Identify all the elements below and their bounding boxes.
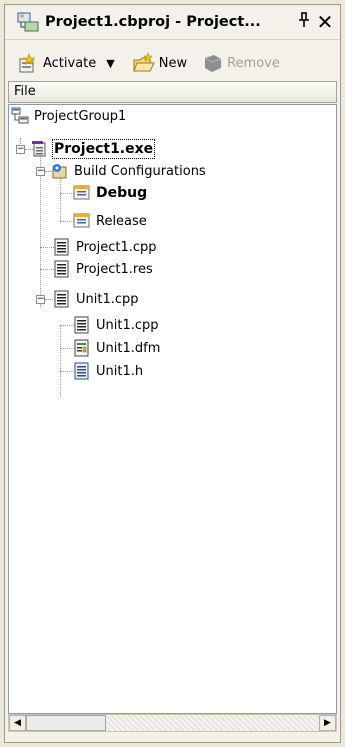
- remove-icon: [201, 52, 223, 74]
- tree-line: [60, 193, 74, 195]
- tree-node-label: Unit1.cpp: [76, 291, 139, 307]
- tree-line: [60, 325, 62, 397]
- cpp-file-icon: [53, 290, 71, 308]
- new-button[interactable]: New: [133, 52, 187, 74]
- tree-line: [60, 348, 74, 350]
- titlebar-divider: [5, 39, 340, 40]
- activate-dropdown-icon[interactable]: ▼: [106, 57, 114, 70]
- tree-node-label: Debug: [96, 185, 148, 201]
- collapse-project-toggle[interactable]: −: [16, 145, 25, 154]
- scroll-left-icon[interactable]: ◀: [9, 715, 26, 731]
- tree-node-project-cpp[interactable]: Project1.cpp: [53, 236, 157, 258]
- panel-titlebar[interactable]: Project1.cbproj - Project... ✕: [5, 5, 340, 39]
- pin-icon[interactable]: [296, 12, 312, 32]
- panel-toolbar: Activate ▼ New Remove: [11, 43, 334, 83]
- tree-node-project-group[interactable]: ProjectGroup1: [11, 105, 126, 127]
- config-icon: [73, 184, 91, 202]
- tree-node-unit-cpp-parent[interactable]: Unit1.cpp: [53, 288, 139, 310]
- tree-node-project[interactable]: Project1.exe: [31, 138, 156, 160]
- tree-node-label: Release: [96, 213, 147, 229]
- tree-node-release[interactable]: Release: [73, 210, 147, 232]
- cpp-file-icon: [53, 260, 71, 278]
- tree-node-label: ProjectGroup1: [34, 108, 127, 124]
- collapse-build-config-toggle[interactable]: −: [36, 167, 45, 176]
- file-column-header[interactable]: File: [8, 81, 337, 103]
- tree-line: [40, 269, 54, 271]
- activate-icon: [17, 52, 39, 74]
- horizontal-scrollbar[interactable]: ◀ ▶: [8, 714, 337, 732]
- tree-line: [60, 325, 74, 327]
- tree-node-label: Project1.exe: [51, 139, 156, 159]
- activate-label: Activate: [43, 55, 97, 71]
- tree-line: [40, 247, 54, 249]
- scrollbar-track[interactable]: [106, 715, 319, 731]
- tree-node-label: Unit1.h: [96, 363, 144, 379]
- tree-node-unit-h[interactable]: Unit1.h: [73, 360, 143, 382]
- close-icon[interactable]: ✕: [316, 12, 334, 32]
- tree-node-label: Unit1.cpp: [96, 317, 159, 333]
- tree-node-label: Build Configurations: [74, 163, 206, 179]
- tree-node-label: Project1.cpp: [76, 239, 157, 255]
- scrollbar-thumb[interactable]: [26, 715, 106, 731]
- project-tree[interactable]: − − − ProjectGroup1 Project1.exe Build C…: [8, 104, 337, 714]
- tree-node-unit-dfm[interactable]: Unit1.dfm: [73, 337, 160, 359]
- collapse-unit-toggle[interactable]: −: [36, 295, 45, 304]
- tree-node-debug[interactable]: Debug: [73, 182, 147, 204]
- project-manager-icon: [17, 11, 39, 33]
- form-file-icon: [73, 339, 91, 357]
- tree-node-build-configurations[interactable]: Build Configurations: [51, 160, 206, 182]
- new-label: New: [158, 55, 188, 71]
- remove-button[interactable]: Remove: [201, 52, 280, 74]
- cpp-file-icon: [73, 316, 91, 334]
- new-folder-icon: [133, 52, 155, 74]
- panel-title: Project1.cbproj - Project...: [45, 14, 261, 30]
- scroll-right-icon[interactable]: ▶: [319, 715, 336, 731]
- tree-node-label: Unit1.dfm: [96, 340, 161, 356]
- build-configurations-icon: [51, 162, 69, 180]
- tree-node-project-res[interactable]: Project1.res: [53, 258, 153, 280]
- tree-line: [45, 299, 53, 301]
- tree-line: [60, 371, 74, 373]
- header-file-icon: [73, 362, 91, 380]
- config-icon: [73, 212, 91, 230]
- remove-label: Remove: [227, 55, 280, 71]
- project-exe-icon: [31, 140, 49, 158]
- cpp-file-icon: [53, 238, 71, 256]
- activate-button[interactable]: Activate: [17, 52, 96, 74]
- project-group-icon: [11, 107, 29, 125]
- tree-node-unit-cpp[interactable]: Unit1.cpp: [73, 314, 159, 336]
- tree-line: [60, 221, 74, 223]
- tree-node-label: Project1.res: [76, 261, 153, 277]
